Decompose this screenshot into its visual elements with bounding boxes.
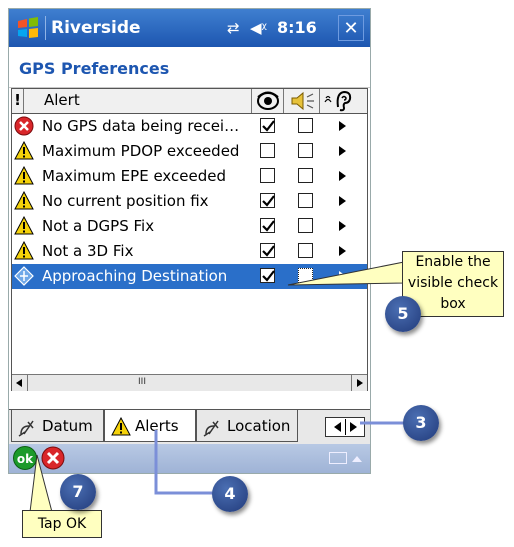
step-badge-7: 7	[60, 474, 96, 510]
connector-4	[154, 430, 214, 495]
callout-pointer-7	[29, 454, 53, 513]
callout-tap-ok: Tap OK	[22, 510, 102, 538]
step-badge-5: 5	[385, 296, 421, 332]
step-badge-4: 4	[212, 476, 248, 512]
step-badge-3: 3	[403, 405, 439, 441]
callout-pointer-5	[287, 261, 405, 286]
